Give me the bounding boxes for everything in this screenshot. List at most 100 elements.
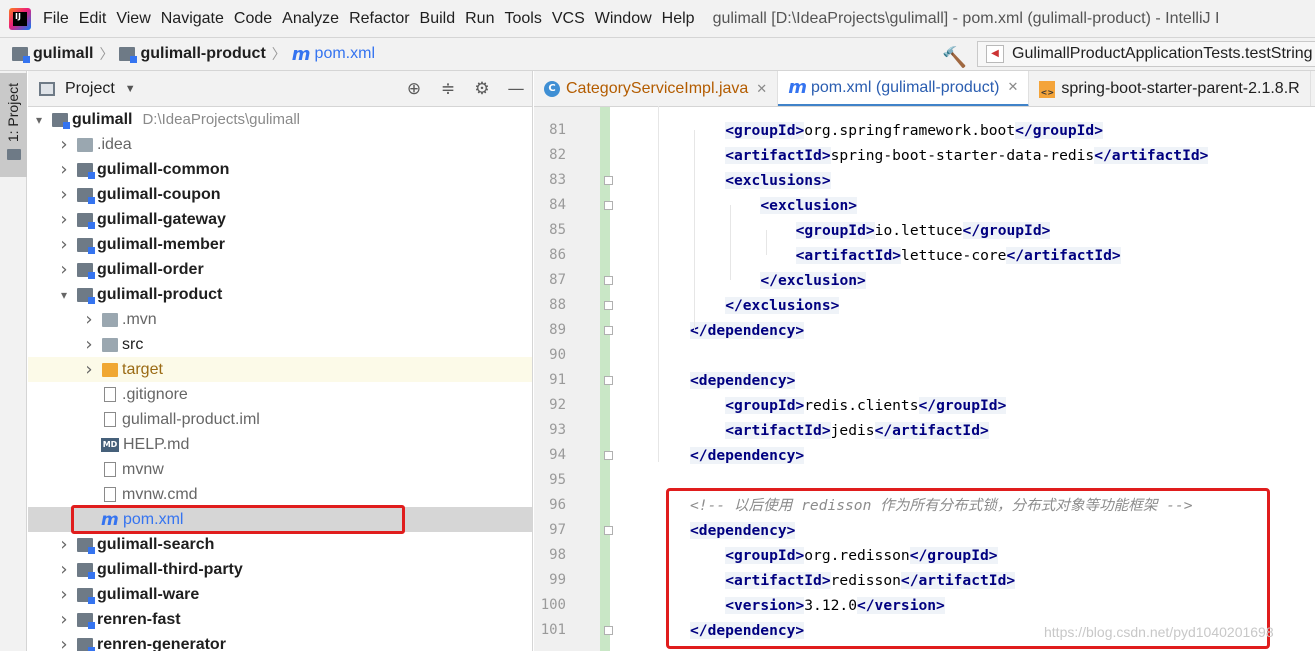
xml-tag: <artifactId> <box>795 247 902 264</box>
indent-guide <box>730 205 731 280</box>
module-icon <box>77 637 95 651</box>
tree-node-gitignore[interactable]: .gitignore <box>28 382 532 407</box>
tree-node-help-md[interactable]: MD HELP.md <box>28 432 532 457</box>
chevron-right-icon[interactable]: › <box>57 559 71 580</box>
menu-item[interactable]: Window <box>595 10 652 28</box>
fold-icon[interactable] <box>604 201 613 210</box>
breadcrumb-root-label: gulimall <box>33 45 94 62</box>
tree-node-gulimall-gateway[interactable]: › gulimall-gateway <box>28 207 532 232</box>
build-hammer-icon[interactable]: 🔨 <box>942 45 967 70</box>
tree-node-src[interactable]: › src <box>28 332 532 357</box>
line-number: 87 <box>549 272 566 288</box>
tree-node-gulimall-order[interactable]: › gulimall-order <box>28 257 532 282</box>
project-tool-tab[interactable]: 1: Project <box>0 73 27 177</box>
gear-icon[interactable]: ⚙ <box>465 79 499 99</box>
code-line: </exclusions> <box>725 293 840 318</box>
tree-node-mvnw[interactable]: mvnw <box>28 457 532 482</box>
module-icon <box>77 262 95 279</box>
chevron-right-icon[interactable]: › <box>57 234 71 255</box>
tree-node-gulimall[interactable]: ▾ gulimall D:\IdeaProjects\gulimall <box>28 107 532 132</box>
chevron-down-icon[interactable]: ▾ <box>32 113 46 127</box>
menu-item[interactable]: VCS <box>552 10 585 28</box>
tree-node-gulimall-common[interactable]: › gulimall-common <box>28 157 532 182</box>
editor-tab[interactable]: C CategoryServiceImpl.java ✕ <box>534 71 779 106</box>
fold-icon[interactable] <box>604 376 613 385</box>
breadcrumb-file[interactable]: m pom.xml <box>292 44 375 65</box>
fold-icon[interactable] <box>604 626 613 635</box>
chevron-right-icon[interactable]: › <box>57 159 71 180</box>
project-panel: Project ▼ ⊕ ≑ ⚙ — ▾ gulimall D:\IdeaProjec… <box>28 71 533 651</box>
chevron-down-icon[interactable]: ▼ <box>125 83 136 95</box>
breadcrumb-root[interactable]: gulimall <box>12 45 93 63</box>
menu-item[interactable]: View <box>116 10 150 28</box>
menu-item[interactable]: Analyze <box>282 10 339 28</box>
module-icon <box>77 537 95 554</box>
chevron-right-icon[interactable]: › <box>82 309 96 330</box>
chevron-right-icon[interactable]: › <box>57 534 71 555</box>
project-panel-title[interactable]: Project <box>65 80 115 98</box>
tree-node-target[interactable]: › target <box>28 357 532 382</box>
tree-node-mvnw-cmd[interactable]: mvnw.cmd <box>28 482 532 507</box>
watermark: https://blog.csdn.net/pyd1040201698 <box>1044 624 1274 640</box>
code-line: <groupId>redis.clients</groupId> <box>725 393 1007 418</box>
fold-icon[interactable] <box>604 451 613 460</box>
tree-node-gulimall-product-iml[interactable]: gulimall-product.iml <box>28 407 532 432</box>
editor-tab[interactable]: m pom.xml (gulimall-product) ✕ <box>778 71 1030 106</box>
menu-item[interactable]: Help <box>662 10 695 28</box>
tree-node-gulimall-third-party[interactable]: › gulimall-third-party <box>28 557 532 582</box>
tree-node-label: .idea <box>97 135 132 153</box>
menu-item[interactable]: Refactor <box>349 10 409 28</box>
fold-icon[interactable] <box>604 176 613 185</box>
tree-node-renren-generator[interactable]: › renren-generator <box>28 632 532 651</box>
close-icon[interactable]: ✕ <box>1007 80 1018 95</box>
tree-node-label: gulimall-member <box>97 235 226 253</box>
fold-icon[interactable] <box>604 526 613 535</box>
chevron-right-icon[interactable]: › <box>57 634 71 651</box>
tree-node-mvn[interactable]: › .mvn <box>28 307 532 332</box>
tree-node-renren-fast[interactable]: › renren-fast <box>28 607 532 632</box>
editor-tab[interactable]: <> spring-boot-starter-parent-2.1.8.R <box>1029 71 1311 106</box>
tree-node-gulimall-product[interactable]: ▾ gulimall-product <box>28 282 532 307</box>
breadcrumb-module[interactable]: gulimall-product <box>119 45 266 63</box>
run-configuration-selector[interactable]: ◀ GulimallProductApplicationTests.testSt… <box>977 41 1315 67</box>
menu-item[interactable]: Edit <box>79 10 107 28</box>
code-line: <exclusion> <box>760 193 858 218</box>
chevron-right-icon[interactable]: › <box>57 184 71 205</box>
menu-item[interactable]: Run <box>465 10 494 28</box>
folder-icon <box>102 312 118 327</box>
tree-node-label: gulimall-order <box>97 260 204 278</box>
menu-item[interactable]: Build <box>420 10 456 28</box>
tree-node-gulimall-member[interactable]: › gulimall-member <box>28 232 532 257</box>
intellij-logo-icon: IJ <box>9 7 31 30</box>
xml-tag: <groupId> <box>725 122 805 139</box>
tree-node-gulimall-ware[interactable]: › gulimall-ware <box>28 582 532 607</box>
line-number: 89 <box>549 322 566 338</box>
menu-item[interactable]: Tools <box>504 10 541 28</box>
fold-icon[interactable] <box>604 326 613 335</box>
menu-item[interactable]: Code <box>234 10 272 28</box>
xml-value: spring-boot-starter-data-redis <box>830 147 1095 164</box>
tree-node-idea[interactable]: › .idea <box>28 132 532 157</box>
chevron-right-icon[interactable]: › <box>82 334 96 355</box>
chevron-right-icon[interactable]: › <box>57 259 71 280</box>
maven-icon: m <box>291 43 311 65</box>
line-number: 99 <box>549 572 566 588</box>
chevron-right-icon[interactable]: › <box>57 584 71 605</box>
fold-icon[interactable] <box>604 276 613 285</box>
tree-node-label: src <box>122 335 144 353</box>
tree-node-gulimall-search[interactable]: › gulimall-search <box>28 532 532 557</box>
collapse-all-icon[interactable]: ≑ <box>431 79 465 99</box>
fold-icon[interactable] <box>604 301 613 310</box>
tree-node-gulimall-coupon[interactable]: › gulimall-coupon <box>28 182 532 207</box>
close-icon[interactable]: ✕ <box>756 82 767 97</box>
chevron-right-icon[interactable]: › <box>57 609 71 630</box>
menu-item[interactable]: File <box>43 10 69 28</box>
menu-item[interactable]: Navigate <box>161 10 224 28</box>
chevron-down-icon[interactable]: ▾ <box>57 288 71 302</box>
chevron-right-icon[interactable]: › <box>57 134 71 155</box>
hide-panel-icon[interactable]: — <box>499 79 532 99</box>
tree-node-label: gulimall-coupon <box>97 185 221 203</box>
chevron-right-icon[interactable]: › <box>57 209 71 230</box>
chevron-right-icon[interactable]: › <box>82 359 96 380</box>
locate-file-icon[interactable]: ⊕ <box>397 79 431 99</box>
